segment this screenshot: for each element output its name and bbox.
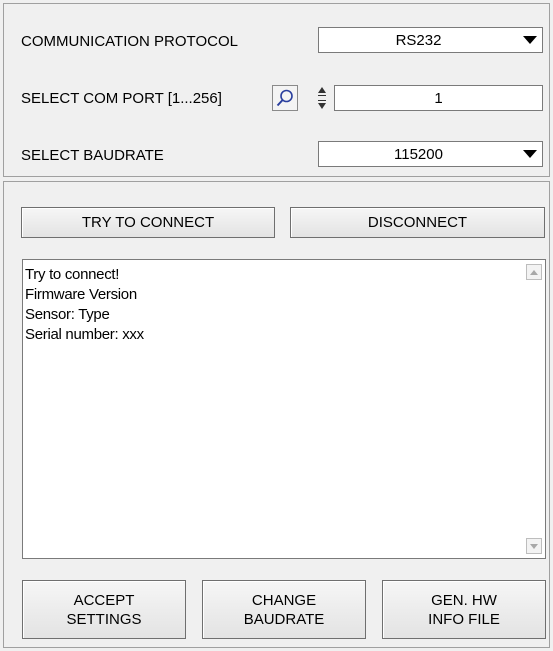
button-label: BAUDRATE <box>243 610 325 628</box>
spin-down-icon[interactable] <box>315 99 329 111</box>
search-icon[interactable] <box>272 85 298 111</box>
log-line: Sensor: Type <box>25 306 110 323</box>
baudrate-value: 115200 <box>394 145 443 163</box>
button-label: INFO FILE <box>428 610 500 628</box>
com-port-label: SELECT COM PORT [1...256] <box>21 90 222 107</box>
baudrate-label: SELECT BAUDRATE <box>21 147 164 164</box>
baudrate-select[interactable]: 115200 <box>318 141 543 167</box>
protocol-label: COMMUNICATION PROTOCOL <box>21 33 238 50</box>
button-label: ACCEPT <box>73 591 135 609</box>
scroll-down-icon[interactable] <box>526 538 542 554</box>
protocol-value: RS232 <box>395 31 442 49</box>
accept-settings-button[interactable]: ACCEPT SETTINGS <box>22 580 186 639</box>
log-lines: Try to connect! Firmware Version Sensor:… <box>25 265 144 345</box>
protocol-select[interactable]: RS232 <box>318 27 543 53</box>
com-port-spinner[interactable] <box>315 85 329 111</box>
chevron-down-icon[interactable] <box>518 142 542 166</box>
disconnect-button[interactable]: DISCONNECT <box>290 207 545 238</box>
gen-hw-info-file-button[interactable]: GEN. HW INFO FILE <box>382 580 546 639</box>
button-label: CHANGE <box>251 591 317 609</box>
chevron-down-icon[interactable] <box>518 28 542 52</box>
log-scrollbar[interactable] <box>523 260 545 558</box>
spin-up-icon[interactable] <box>315 85 329 97</box>
button-label: SETTINGS <box>66 610 142 628</box>
try-to-connect-button[interactable]: TRY TO CONNECT <box>21 207 275 238</box>
button-label: GEN. HW <box>431 591 497 609</box>
scroll-up-icon[interactable] <box>526 264 542 280</box>
log-line: Try to connect! <box>25 266 120 283</box>
log-textarea[interactable]: Try to connect! Firmware Version Sensor:… <box>22 259 546 559</box>
com-port-input[interactable]: 1 <box>334 85 543 111</box>
change-baudrate-button[interactable]: CHANGE BAUDRATE <box>202 580 366 639</box>
log-line: Firmware Version <box>25 286 137 303</box>
log-line: Serial number: xxx <box>25 326 144 343</box>
